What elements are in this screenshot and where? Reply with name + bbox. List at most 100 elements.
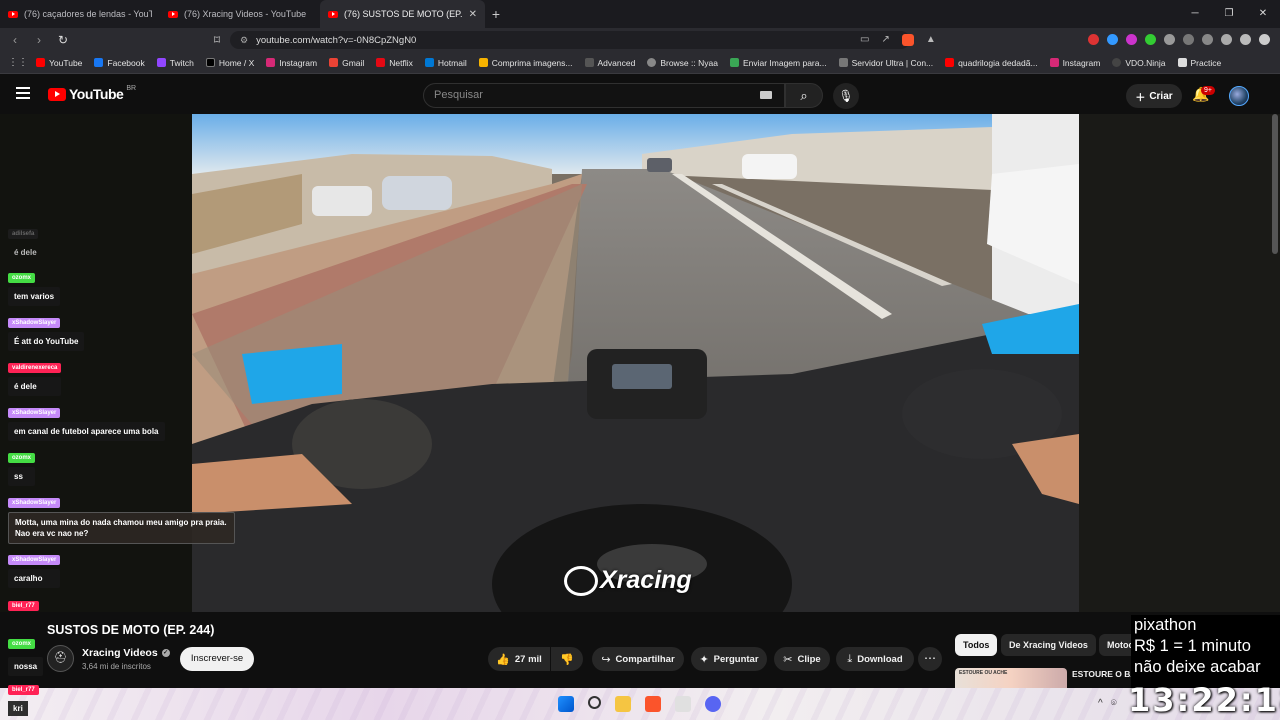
download-button[interactable]: ⤓ Download bbox=[836, 647, 914, 671]
apps-grid-icon[interactable]: ⋮⋮ bbox=[8, 57, 28, 68]
x-icon bbox=[205, 58, 215, 67]
facebook-icon bbox=[94, 58, 104, 67]
restore-button[interactable]: ❐ bbox=[1212, 0, 1246, 28]
bookmark-item[interactable]: Servidor Ultra | Con... bbox=[833, 58, 940, 68]
bookmark-item[interactable]: quadrilogia dedadã... bbox=[939, 58, 1043, 68]
chip-from-channel[interactable]: De Xracing Videos bbox=[1001, 634, 1096, 656]
bookmark-item[interactable]: Enviar Imagem para... bbox=[724, 58, 833, 68]
extensions-puzzle-icon[interactable] bbox=[1164, 34, 1175, 45]
search-icon[interactable] bbox=[588, 696, 601, 709]
bookmark-item[interactable]: YouTube bbox=[30, 58, 88, 68]
close-window-button[interactable]: ✕ bbox=[1246, 0, 1280, 28]
more-horizontal-icon: ⋯ bbox=[924, 651, 936, 665]
bookmark-item[interactable]: VDO.Ninja bbox=[1106, 58, 1171, 68]
sidebar-icon[interactable] bbox=[1183, 34, 1194, 45]
dislike-button[interactable]: 👎 bbox=[551, 647, 583, 671]
browser-tab-2[interactable]: (76) Xracing Videos - YouTube bbox=[160, 0, 320, 28]
account-avatar[interactable] bbox=[1229, 86, 1249, 106]
xracing-logo-icon bbox=[564, 566, 598, 597]
bookmark-label: Instagram bbox=[1062, 57, 1101, 68]
scissors-icon: ✂ bbox=[783, 653, 793, 666]
windows-start-icon[interactable] bbox=[558, 696, 574, 712]
recommendation-title[interactable]: ESTOURE O BA ENCONTRE SEU AMOR!! bbox=[1072, 669, 1134, 680]
extension-icon[interactable] bbox=[1126, 34, 1137, 45]
extension-icon[interactable] bbox=[1107, 34, 1118, 45]
browser-tab-active[interactable]: (76) SUSTOS DE MOTO (EP. 244) ✕ bbox=[320, 0, 485, 28]
browser-tab-1[interactable]: (76) caçadores de lendas - YouTube bbox=[0, 0, 160, 28]
chat-username: valdirenexereca bbox=[8, 363, 62, 373]
recommendation-thumbnail[interactable]: ESTOURE OU ACHE bbox=[955, 668, 1067, 688]
instagram-icon bbox=[1049, 58, 1059, 67]
cast-icon[interactable]: ▭ bbox=[860, 34, 869, 49]
chat-message: ozomx ss bbox=[8, 446, 36, 486]
reload-button[interactable]: ↻ bbox=[56, 33, 70, 47]
brave-browser-icon[interactable] bbox=[645, 696, 661, 712]
chat-text: nossa bbox=[8, 657, 44, 676]
forward-button[interactable]: › bbox=[32, 33, 46, 47]
subscribe-button[interactable]: Inscrever-se bbox=[180, 647, 254, 671]
network-icon[interactable]: ⌾ bbox=[1111, 698, 1117, 709]
media-icon[interactable] bbox=[1202, 34, 1213, 45]
site-info-icon[interactable]: ⚙ bbox=[240, 35, 248, 46]
bookmark-label: quadrilogia dedadã... bbox=[958, 57, 1038, 68]
youtube-logo[interactable]: YouTube BR bbox=[48, 85, 136, 102]
new-tab-button[interactable]: + bbox=[485, 6, 507, 22]
bookmark-item[interactable]: Instagram bbox=[1044, 58, 1107, 68]
bookmark-label: Advanced bbox=[597, 57, 636, 68]
video-player[interactable]: Xracing bbox=[192, 114, 1079, 612]
channel-name[interactable]: Xracing Videos ✓ bbox=[82, 647, 170, 659]
keyboard-icon[interactable] bbox=[760, 91, 772, 99]
file-explorer-icon[interactable] bbox=[615, 696, 631, 712]
minimize-button[interactable]: ─ bbox=[1178, 0, 1212, 28]
extension-icon[interactable] bbox=[1088, 34, 1099, 45]
voice-search-button[interactable]: 🎙 bbox=[833, 83, 859, 109]
bookmark-icon[interactable]: ⌑ bbox=[210, 33, 224, 47]
brave-shields-icon[interactable] bbox=[901, 34, 914, 49]
bookmark-item[interactable]: Comprima imagens... bbox=[473, 58, 579, 68]
bookmark-item[interactable]: Practice bbox=[1172, 58, 1228, 68]
verified-icon: ✓ bbox=[161, 649, 170, 657]
bookmark-item[interactable]: Twitch bbox=[151, 58, 200, 68]
bookmark-item[interactable]: Advanced bbox=[579, 58, 642, 68]
bookmark-item[interactable]: Gmail bbox=[323, 58, 370, 68]
close-tab-icon[interactable]: ✕ bbox=[469, 9, 477, 20]
chip-all[interactable]: Todos bbox=[955, 634, 998, 656]
sparkle-icon: ✦ bbox=[699, 653, 709, 666]
video-info-section: SUSTOS DE MOTO (EP. 244) ⛑ Xracing Video… bbox=[0, 612, 1280, 688]
search-button[interactable]: ⌕ bbox=[785, 83, 823, 108]
chevron-up-icon[interactable]: ^ bbox=[1098, 698, 1103, 709]
bookmark-item[interactable]: Home / X bbox=[200, 58, 260, 68]
chat-username: adilsefa bbox=[8, 229, 39, 239]
share-page-icon[interactable]: ↗ bbox=[881, 34, 889, 49]
share-button[interactable]: ↪ Compartilhar bbox=[592, 647, 684, 671]
menu-icon[interactable] bbox=[1259, 34, 1270, 45]
menu-icon[interactable] bbox=[16, 87, 30, 99]
store-icon[interactable] bbox=[675, 696, 691, 712]
browser-tab-strip: (76) caçadores de lendas - YouTube (76) … bbox=[0, 0, 1280, 28]
clip-button[interactable]: ✂ Clipe bbox=[774, 647, 830, 671]
address-bar[interactable]: ⚙ youtube.com/watch?v=-0N8CpZNgN0 bbox=[230, 31, 910, 49]
bookmark-item[interactable]: Facebook bbox=[88, 58, 150, 68]
chat-message: valdirenexereca é dele bbox=[8, 356, 62, 396]
bookmark-item[interactable]: Hotmail bbox=[419, 58, 473, 68]
channel-name-text: Xracing Videos bbox=[82, 647, 158, 659]
bookmark-item[interactable]: Netflix bbox=[370, 58, 419, 68]
bookmark-item[interactable]: Browse :: Nyaa bbox=[641, 58, 724, 68]
download-label: Download bbox=[857, 653, 903, 665]
vpn-icon[interactable] bbox=[1240, 34, 1251, 45]
wallet-icon[interactable] bbox=[1221, 34, 1232, 45]
bookmark-label: Facebook bbox=[107, 57, 145, 68]
channel-avatar[interactable]: ⛑ bbox=[47, 645, 74, 672]
brave-rewards-icon[interactable]: ▲ bbox=[926, 34, 936, 49]
bookmark-item[interactable]: Instagram bbox=[260, 58, 323, 68]
ask-button[interactable]: ✦ Perguntar bbox=[691, 647, 767, 671]
back-button[interactable]: ‹ bbox=[8, 33, 22, 47]
extension-icon[interactable] bbox=[1145, 34, 1156, 45]
logo-text: YouTube bbox=[69, 86, 124, 102]
search-input[interactable]: Pesquisar bbox=[423, 83, 785, 108]
page-scrollbar[interactable] bbox=[1272, 114, 1278, 254]
create-button[interactable]: ＋ Criar bbox=[1126, 84, 1182, 108]
discord-icon[interactable] bbox=[705, 696, 721, 712]
like-button[interactable]: 👍 27 mil bbox=[488, 647, 550, 671]
more-actions-button[interactable]: ⋯ bbox=[918, 647, 942, 671]
